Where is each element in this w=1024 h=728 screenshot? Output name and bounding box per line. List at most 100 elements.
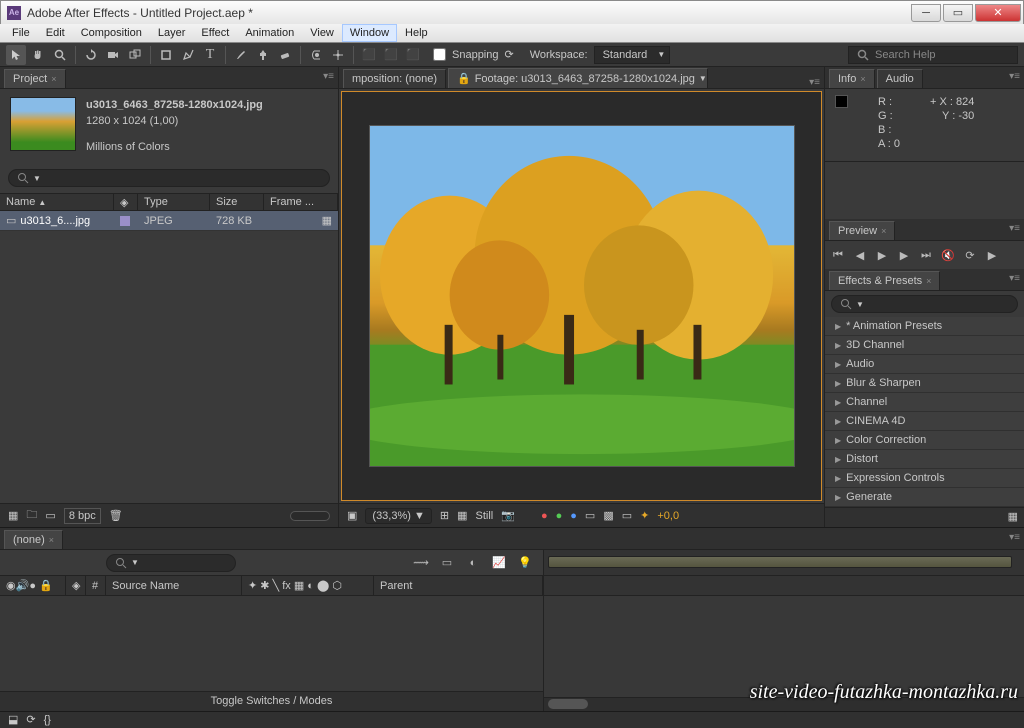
workspace-dropdown[interactable]: Standard ▼ <box>594 46 671 64</box>
selection-tool-icon[interactable] <box>6 45 26 65</box>
preview-tab[interactable]: Preview× <box>829 221 895 240</box>
asset-thumbnail[interactable] <box>10 97 76 151</box>
effects-category[interactable]: Distort <box>825 450 1024 469</box>
loop-icon[interactable]: ⟳ <box>963 248 977 262</box>
rotation-tool-icon[interactable] <box>81 45 101 65</box>
panel-menu-icon[interactable]: ▾≡ <box>809 77 820 88</box>
effects-category[interactable]: Channel <box>825 393 1024 412</box>
panel-menu-icon[interactable]: ▾≡ <box>1009 273 1020 284</box>
menu-edit[interactable]: Edit <box>38 24 73 42</box>
col-name[interactable]: Name ▲ <box>0 194 114 210</box>
pixel-aspect-icon[interactable]: ▭ <box>622 509 632 522</box>
menu-window[interactable]: Window <box>342 24 397 42</box>
effects-presets-tab[interactable]: Effects & Presets× <box>829 271 940 290</box>
shy-icon[interactable]: ⟿ <box>411 553 431 573</box>
puppet-tool-icon[interactable] <box>328 45 348 65</box>
flowchart-icon[interactable]: ▦ <box>322 214 332 227</box>
pen-tool-icon[interactable] <box>178 45 198 65</box>
region-icon[interactable]: ▭ <box>585 509 595 522</box>
new-comp-icon[interactable]: ▭ <box>45 509 55 522</box>
timeline-toggle-button[interactable]: Toggle Switches / Modes <box>0 691 543 711</box>
timeline-scrollbar[interactable] <box>544 697 1024 711</box>
hand-tool-icon[interactable] <box>28 45 48 65</box>
graph-editor-icon[interactable]: 📈 <box>489 553 509 573</box>
project-empty-area[interactable] <box>0 231 338 503</box>
brush-tool-icon[interactable] <box>231 45 251 65</box>
speaker-icon[interactable]: 🔊 <box>16 579 30 592</box>
project-tab[interactable]: Project× <box>4 69 66 88</box>
last-frame-icon[interactable]: ⏭ <box>919 248 933 262</box>
minimize-button[interactable]: ─ <box>911 4 941 22</box>
panel-menu-icon[interactable]: ▾≡ <box>323 71 334 82</box>
effects-category[interactable]: Blur & Sharpen <box>825 374 1024 393</box>
local-axis-icon[interactable]: ⬛ <box>359 45 379 65</box>
snapping-options-icon[interactable]: ⟳ <box>505 48 514 61</box>
panel-menu-icon[interactable]: ▾≡ <box>1009 532 1020 543</box>
frame-blend-icon[interactable]: ▭ <box>437 553 457 573</box>
menu-effect[interactable]: Effect <box>193 24 237 42</box>
delete-icon[interactable]: 🗑 <box>109 509 123 522</box>
effects-search-input[interactable]: ▼ <box>831 295 1018 313</box>
effects-category[interactable]: CINEMA 4D <box>825 412 1024 431</box>
clone-tool-icon[interactable] <box>253 45 273 65</box>
col-frame[interactable]: Frame ... <box>264 194 338 210</box>
composition-tab[interactable]: mposition: (none) <box>343 69 446 88</box>
expand-icon[interactable]: ⬓ <box>8 713 18 726</box>
menu-layer[interactable]: Layer <box>150 24 194 42</box>
motion-blur-icon[interactable]: ◐ <box>463 553 483 573</box>
search-help-input[interactable]: Search Help <box>848 46 1018 64</box>
panel-menu-icon[interactable]: ▾≡ <box>1009 71 1020 82</box>
world-axis-icon[interactable]: ⬛ <box>381 45 401 65</box>
interpret-footage-icon[interactable]: ▦ <box>8 509 18 522</box>
scroll-thumb[interactable] <box>290 511 330 521</box>
transparency-grid-icon[interactable]: ▩ <box>603 509 613 522</box>
eraser-tool-icon[interactable] <box>275 45 295 65</box>
menu-view[interactable]: View <box>302 24 342 42</box>
prev-frame-icon[interactable]: ◀ <box>853 248 867 262</box>
info-tab[interactable]: Info× <box>829 69 875 88</box>
menu-help[interactable]: Help <box>397 24 436 42</box>
play-icon[interactable]: ▶ <box>875 248 889 262</box>
ram-preview-icon[interactable]: ▶ <box>985 248 999 262</box>
channel-icon[interactable]: ● <box>541 510 548 522</box>
col-label-icon[interactable]: ◈ <box>114 194 138 210</box>
timeline-search-input[interactable]: ▼ <box>106 554 236 572</box>
timeline-ruler[interactable] <box>544 550 1024 576</box>
safe-zones-icon[interactable]: ⊞ <box>440 509 449 522</box>
project-search-input[interactable]: ▼ <box>8 169 330 187</box>
effects-category[interactable]: Color Correction <box>825 431 1024 450</box>
view-axis-icon[interactable]: ⬛ <box>403 45 423 65</box>
effects-category[interactable]: Generate <box>825 488 1024 507</box>
roto-tool-icon[interactable] <box>306 45 326 65</box>
text-tool-icon[interactable]: T <box>200 45 220 65</box>
zoom-tool-icon[interactable] <box>50 45 70 65</box>
snapshot-icon[interactable]: 📷 <box>501 509 515 522</box>
pan-behind-tool-icon[interactable] <box>125 45 145 65</box>
viewer-canvas[interactable] <box>341 91 822 501</box>
close-button[interactable]: ✕ <box>975 4 1021 22</box>
timeline-layers-empty[interactable] <box>0 596 543 690</box>
footage-tab[interactable]: 🔒 Footage: u3013_6463_87258-1280x1024.jp… <box>448 68 708 88</box>
project-item-row[interactable]: ▭u3013_6....jpg JPEG 728 KB ▦ <box>0 211 338 231</box>
camera-tool-icon[interactable] <box>103 45 123 65</box>
grid-icon[interactable]: ▦ <box>457 509 467 522</box>
expand-props-icon[interactable]: {} <box>44 714 51 726</box>
menu-composition[interactable]: Composition <box>73 24 150 42</box>
exposure-value[interactable]: +0,0 <box>657 510 679 522</box>
zoom-dropdown[interactable]: (33,3%) ▼ <box>365 508 431 524</box>
next-frame-icon[interactable]: ▶ <box>897 248 911 262</box>
audio-tab[interactable]: Audio <box>877 69 923 88</box>
timeline-tab[interactable]: (none)× <box>4 530 63 549</box>
first-frame-icon[interactable]: ⏮ <box>831 248 845 262</box>
exposure-icon[interactable]: ✦ <box>640 509 649 522</box>
brainstorm-icon[interactable]: 💡 <box>515 553 535 573</box>
effects-category[interactable]: * Animation Presets <box>825 317 1024 336</box>
panel-menu-icon[interactable]: ▾≡ <box>1009 223 1020 234</box>
maximize-button[interactable]: ▭ <box>943 4 973 22</box>
shape-tool-icon[interactable] <box>156 45 176 65</box>
bpc-button[interactable]: 8 bpc <box>64 508 101 524</box>
col-type[interactable]: Type <box>138 194 210 210</box>
comp-flowchart-icon[interactable]: ⟳ <box>26 713 35 726</box>
eye-icon[interactable]: ◉ <box>6 579 16 592</box>
menu-animation[interactable]: Animation <box>237 24 302 42</box>
